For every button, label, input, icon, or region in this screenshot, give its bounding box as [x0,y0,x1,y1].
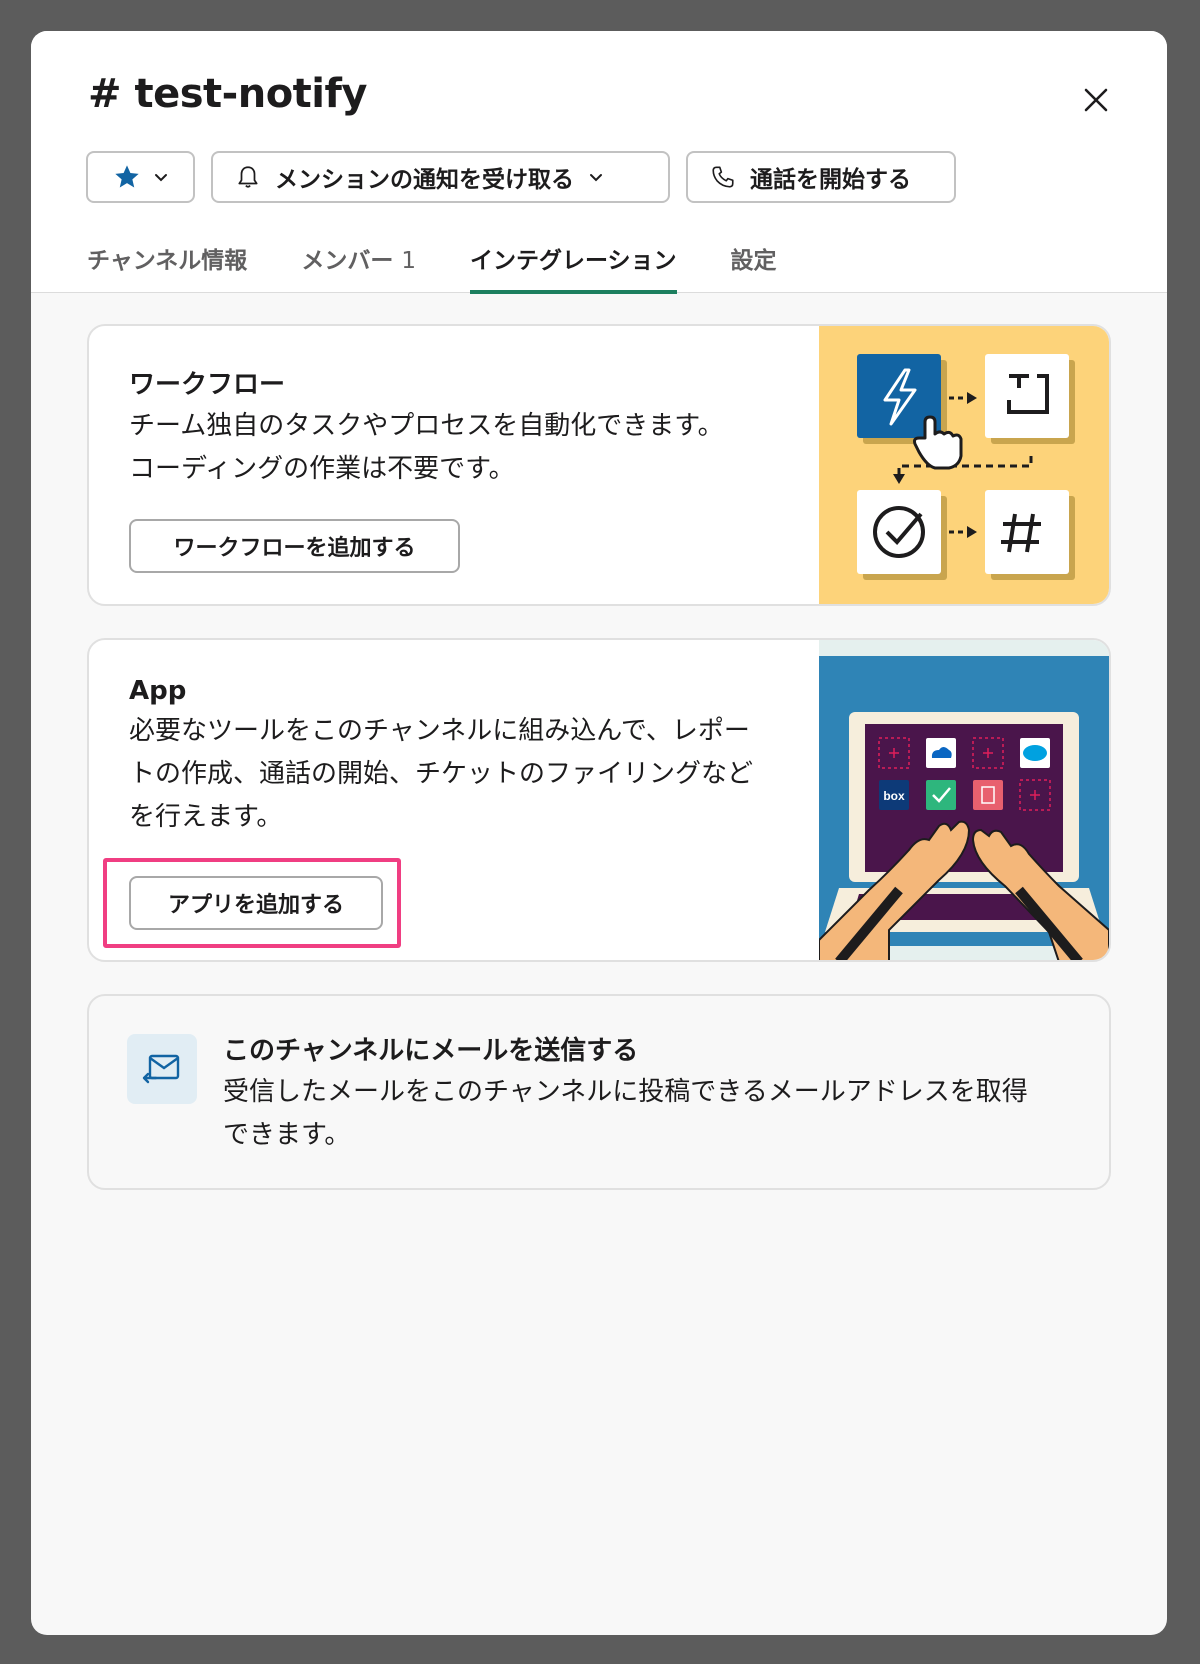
workflow-illustration [819,326,1109,604]
email-text: このチャンネルにメールを送信する 受信したメールをこのチャンネルに投稿できるメー… [223,1030,1053,1157]
tab-label: メンバー [301,248,394,274]
box-logo-text: box [883,789,905,803]
add-workflow-button[interactable]: ワークフローを追加する [129,519,460,573]
add-app-button[interactable]: アプリを追加する [129,876,383,930]
tab-label: チャンネル情報 [87,248,248,274]
apps-card: App 必要なツールをこのチャンネルに組み込んで、レポートの作成、通話の開始、チ… [87,638,1111,962]
apps-illustration: box [819,640,1109,960]
workflow-description: チーム独自のタスクやプロセスを自動化できます。コーディングの作業は不要です。 [129,411,724,484]
start-call-button[interactable]: 通話を開始する [686,151,956,203]
star-icon [114,165,139,188]
member-count: 1 [401,248,416,274]
notification-settings-label: メンションの通知を受け取る [275,167,574,193]
tab-channel-info[interactable]: チャンネル情報 [87,241,247,293]
page-title: # test-notify [88,71,368,117]
apps-description: 必要なツールをこのチャンネルに組み込んで、レポートの作成、通話の開始、チケットの… [129,716,754,832]
email-forward-icon [127,1034,197,1104]
tab-members[interactable]: メンバー 1 [301,241,416,293]
tab-label: インテグレーション [469,248,677,274]
email-description: 受信したメールをこのチャンネルに投稿できるメールアドレスを取得できます。 [223,1077,1028,1150]
email-card[interactable]: このチャンネルにメールを送信する 受信したメールをこのチャンネルに投稿できるメー… [87,994,1111,1190]
start-call-label: 通話を開始する [750,167,911,193]
apps-text: App 必要なツールをこのチャンネルに組み込んで、レポートの作成、通話の開始、チ… [129,676,769,839]
apps-title: App [129,676,187,706]
tab-label: 設定 [730,248,777,274]
action-bar: メンションの通知を受け取る 通話を開始する [86,151,956,203]
chevron-down-icon [154,174,167,182]
tab-integrations[interactable]: インテグレーション [469,241,677,294]
phone-icon [712,166,734,188]
bell-icon [238,166,258,188]
channel-details-modal: # test-notify メンションの通知を受け取る 通話を開始する チャンネ… [31,31,1167,1635]
close-button[interactable] [1071,75,1121,125]
close-icon [1084,88,1108,112]
chevron-down-icon [590,174,602,182]
tab-settings[interactable]: 設定 [731,241,777,293]
workflow-title: ワークフロー [129,370,286,400]
workflow-text: ワークフロー チーム独自のタスクやプロセスを自動化できます。コーディングの作業は… [129,364,739,491]
email-title: このチャンネルにメールを送信する [223,1036,639,1066]
star-button[interactable] [86,151,195,203]
notification-settings-button[interactable]: メンションの通知を受け取る [211,151,670,203]
workflow-card: ワークフロー チーム独自のタスクやプロセスを自動化できます。コーディングの作業は… [87,324,1111,606]
tab-bar: チャンネル情報 メンバー 1 インテグレーション 設定 [87,241,777,294]
modal-header: # test-notify メンションの通知を受け取る 通話を開始する チャンネ… [31,31,1167,294]
